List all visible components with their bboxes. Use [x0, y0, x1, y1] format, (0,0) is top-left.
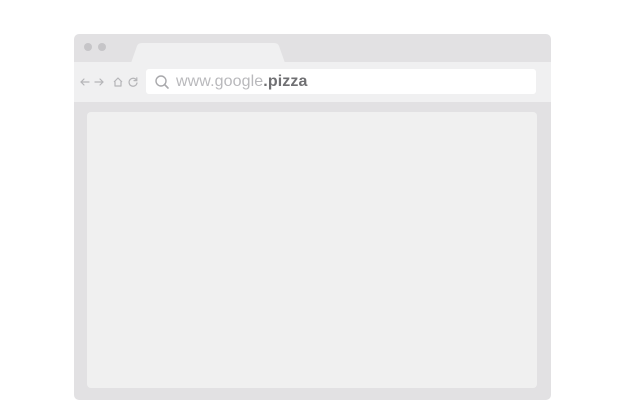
url-domain: www.google — [176, 73, 264, 90]
search-icon — [155, 75, 169, 89]
browser-tab[interactable] — [131, 43, 285, 63]
back-arrow-icon[interactable] — [79, 74, 91, 90]
browser-window: www.google.pizza — [74, 34, 551, 400]
address-bar[interactable]: www.google.pizza — [146, 69, 536, 94]
home-icon[interactable] — [112, 74, 124, 90]
url-tld: .pizza — [263, 73, 308, 90]
window-control-dot[interactable] — [98, 43, 106, 51]
toolbar: www.google.pizza — [74, 62, 551, 102]
page-content-area[interactable] — [87, 112, 537, 388]
reload-icon[interactable] — [127, 74, 139, 90]
window-control-dot[interactable] — [84, 43, 92, 51]
forward-arrow-icon[interactable] — [93, 74, 105, 90]
title-bar — [74, 34, 551, 63]
url-text[interactable]: www.google.pizza — [176, 73, 307, 91]
